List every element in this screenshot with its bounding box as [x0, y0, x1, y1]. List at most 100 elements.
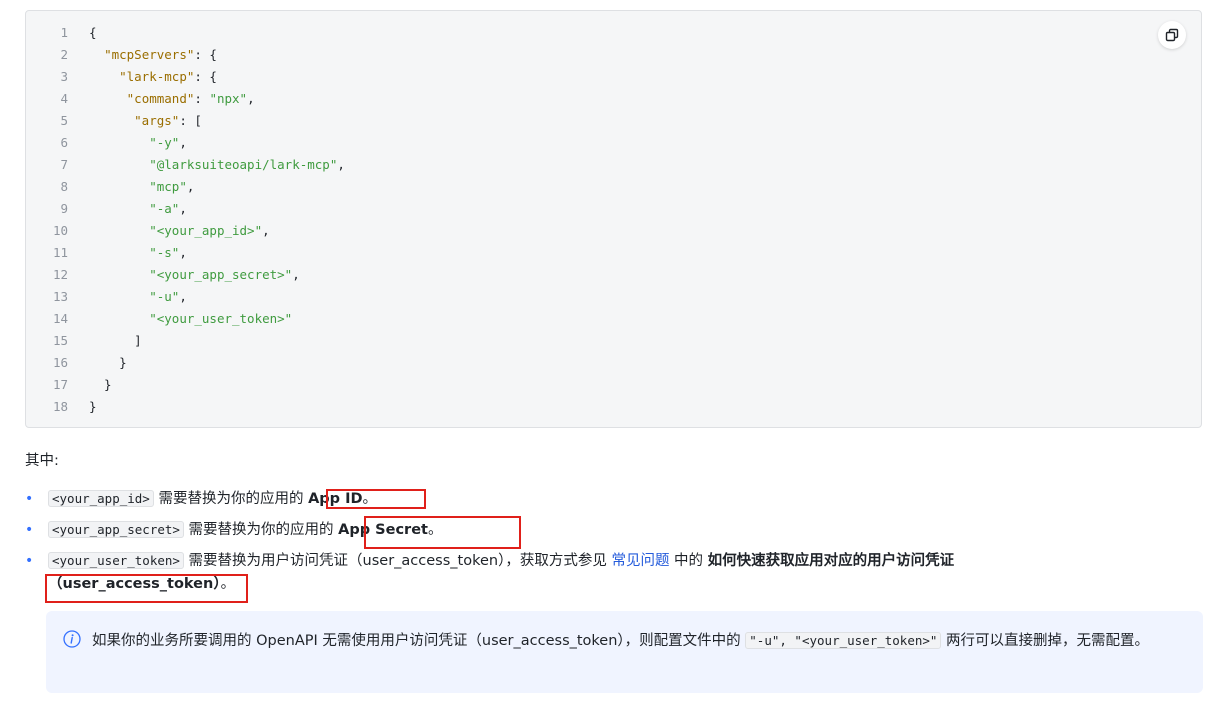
code-token: : [194, 91, 210, 106]
code-line: 11 "-s", [26, 242, 345, 264]
code-text: "<your_app_secret>", [68, 264, 300, 286]
line-number: 5 [60, 113, 68, 128]
code-token: , [292, 267, 300, 282]
code-line: 13 "-u", [26, 286, 345, 308]
code-text: } [68, 352, 127, 374]
line-number: 12 [52, 267, 68, 282]
code-token: } [89, 355, 127, 370]
code-line: 4 "command": "npx", [26, 88, 345, 110]
code-text: "-a", [68, 198, 187, 220]
info-callout: 如果你的业务所要调用的 OpenAPI 无需使用用户访问凭证（user_acce… [46, 611, 1203, 693]
copy-button[interactable] [1158, 21, 1186, 49]
code-token: "command" [126, 91, 195, 106]
code-token: , [186, 179, 195, 194]
code-line: 1{ [26, 22, 345, 44]
code-text: "command": "npx", [68, 88, 255, 110]
copy-icon [1165, 28, 1179, 42]
code-line: 18} [26, 396, 345, 418]
code-token: , [262, 223, 270, 238]
bullet-icon: • [25, 553, 34, 569]
code-text: "mcpServers": { [68, 44, 217, 66]
code-token: "-y" [149, 135, 180, 150]
line-number: 8 [60, 179, 68, 194]
line-number: 7 [60, 157, 68, 172]
code-token: , [179, 135, 187, 150]
line-number: 13 [52, 289, 68, 304]
code-line: 7 "@larksuiteoapi/lark-mcp", [26, 154, 345, 176]
code-token: } [89, 377, 112, 392]
code-text: "<your_app_id>", [68, 220, 270, 242]
bullet-icon: • [25, 522, 34, 538]
inline-code-app-id: <your_app_id> [48, 490, 154, 507]
code-token: , [179, 201, 187, 216]
inline-code-app-secret: <your_app_secret> [48, 521, 184, 538]
line-number: 6 [60, 135, 68, 150]
code-token: "mcp" [149, 179, 187, 194]
line-number: 4 [60, 91, 68, 106]
code-token: : { [194, 69, 217, 84]
code-lines: 1{2 "mcpServers": {3 "lark-mcp": {4 "com… [26, 22, 345, 418]
code-line: 5 "args": [ [26, 110, 345, 132]
callout-text-before: 如果你的业务所要调用的 OpenAPI 无需使用用户访问凭证（user_acce… [92, 633, 746, 649]
highlight-box [45, 574, 248, 603]
code-line: 14 "<your_user_token>" [26, 308, 345, 330]
callout-text-after: 两行可以直接删掉，无需配置。 [941, 633, 1150, 649]
code-token: , [179, 245, 187, 260]
code-token: "<your_app_secret>" [149, 267, 293, 282]
code-line: 3 "lark-mcp": { [26, 66, 345, 88]
code-line: 10 "<your_app_id>", [26, 220, 345, 242]
code-text: "@larksuiteoapi/lark-mcp", [68, 154, 345, 176]
line-number: 11 [52, 245, 68, 260]
line-number: 16 [52, 355, 68, 370]
highlight-box [364, 516, 521, 549]
code-line: 12 "<your_app_secret>", [26, 264, 345, 286]
highlight-box [326, 489, 426, 509]
line-number: 15 [52, 333, 68, 348]
faq-link[interactable]: 常见问题 [611, 553, 669, 569]
code-line: 2 "mcpServers": { [26, 44, 345, 66]
code-text: } [68, 396, 97, 418]
code-text: } [68, 374, 112, 396]
line-number: 2 [60, 47, 68, 62]
code-text: "-s", [68, 242, 187, 264]
line-number: 18 [52, 399, 68, 414]
code-token: "<your_user_token>" [149, 311, 293, 326]
code-text: { [68, 22, 97, 44]
line-number: 14 [52, 311, 68, 326]
line-number: 17 [52, 377, 68, 392]
line-number: 1 [60, 25, 68, 40]
code-token: "mcpServers" [104, 47, 195, 62]
callout-inline-code: "-u", "<your_user_token>" [745, 632, 942, 649]
line-number: 3 [60, 69, 68, 84]
code-line: 16 } [26, 352, 345, 374]
code-token: "args" [134, 113, 180, 128]
code-text: "args": [ [68, 110, 202, 132]
item-text: 需要替换为你的应用的 [188, 522, 334, 538]
code-text: "mcp", [68, 176, 194, 198]
code-token: ] [89, 333, 142, 348]
code-token: "lark-mcp" [119, 69, 195, 84]
code-token: : { [194, 47, 217, 62]
code-line: 6 "-y", [26, 132, 345, 154]
code-token: : [ [179, 113, 202, 128]
code-text: "-u", [68, 286, 187, 308]
code-line: 17 } [26, 374, 345, 396]
code-text: ] [68, 330, 142, 352]
code-token: , [179, 289, 187, 304]
code-line: 8 "mcp", [26, 176, 345, 198]
callout-text: 如果你的业务所要调用的 OpenAPI 无需使用用户访问凭证（user_acce… [92, 627, 1181, 655]
line-number: 9 [60, 201, 68, 216]
code-token: "-s" [149, 245, 180, 260]
